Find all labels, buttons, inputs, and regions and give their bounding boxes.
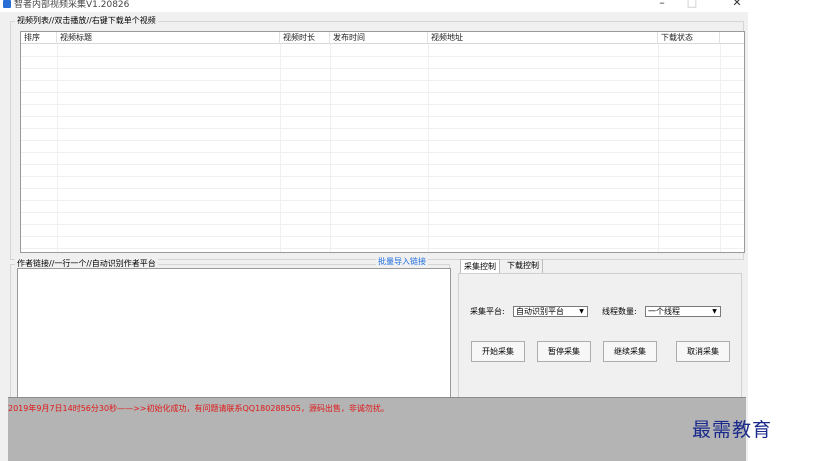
grid-line	[21, 152, 744, 153]
close-button[interactable]: ✕	[727, 0, 747, 9]
watermark-text: 最需教育	[692, 419, 773, 441]
threads-select[interactable]: 一个线程 ▼	[645, 306, 721, 317]
cancel-collect-button[interactable]: 取消采集	[676, 341, 730, 362]
title-bar: 智者内部视频采集V1.20826 – □ ✕	[0, 0, 813, 12]
window-body: 视频列表//双击播放//右键下载单个视频 排序 视频标题 视频时长 发布时间 视…	[0, 12, 748, 461]
column-header-publish-time[interactable]: 发布时间	[330, 32, 428, 44]
grid-line	[720, 44, 721, 252]
chevron-down-icon: ▼	[579, 308, 584, 315]
grid-line	[21, 68, 744, 69]
window-title: 智者内部视频采集V1.20826	[14, 0, 130, 10]
start-collect-button[interactable]: 开始采集	[471, 341, 525, 362]
column-header-title[interactable]: 视频标题	[57, 32, 280, 44]
grid-line	[330, 44, 331, 252]
grid-line	[21, 80, 744, 81]
grid-line	[428, 44, 429, 252]
collect-control-panel	[458, 273, 742, 401]
platform-select[interactable]: 自动识别平台 ▼	[513, 306, 588, 317]
grid-line	[21, 212, 744, 213]
video-table-header: 排序 视频标题 视频时长 发布时间 视频地址 下载状态	[21, 32, 744, 44]
pause-collect-button[interactable]: 暂停采集	[537, 341, 591, 362]
grid-line	[21, 236, 744, 237]
batch-import-link[interactable]: 批量导入链接	[376, 257, 428, 267]
threads-select-value: 一个线程	[648, 307, 680, 316]
tab-download-control[interactable]: 下载控制	[504, 259, 543, 273]
grid-line	[658, 44, 659, 252]
minimize-button[interactable]: –	[652, 0, 672, 9]
grid-line	[21, 248, 744, 249]
status-message: 2019年9月7日14时56分30秒——>>初始化成功，有问题请联系QQ1802…	[8, 404, 389, 413]
video-list-group-label: 视频列表//双击播放//右键下载单个视频	[15, 16, 158, 26]
grid-line	[21, 128, 744, 129]
platform-label: 采集平台:	[470, 307, 505, 316]
grid-line	[21, 104, 744, 105]
column-header-index[interactable]: 排序	[21, 32, 57, 44]
video-list-table[interactable]: 排序 视频标题 视频时长 发布时间 视频地址 下载状态	[20, 31, 745, 253]
maximize-button[interactable]: □	[682, 0, 702, 9]
threads-label: 线程数量:	[602, 307, 637, 316]
grid-line	[21, 140, 744, 141]
grid-line	[21, 56, 744, 57]
grid-line	[21, 164, 744, 165]
chevron-down-icon: ▼	[712, 308, 717, 315]
grid-line	[21, 176, 744, 177]
column-header-download-status[interactable]: 下载状态	[658, 32, 720, 44]
grid-line	[21, 188, 744, 189]
resume-collect-button[interactable]: 继续采集	[603, 341, 657, 362]
tab-collect-control[interactable]: 采集控制	[460, 259, 500, 274]
grid-line	[21, 116, 744, 117]
grid-line	[280, 44, 281, 252]
grid-line	[21, 224, 744, 225]
platform-select-value: 自动识别平台	[516, 307, 564, 316]
column-header-duration[interactable]: 视频时长	[280, 32, 330, 44]
grid-line	[57, 44, 58, 252]
author-links-textarea[interactable]	[17, 268, 451, 399]
app-icon	[3, 0, 11, 8]
column-header-video-url[interactable]: 视频地址	[428, 32, 658, 44]
grid-line	[21, 200, 744, 201]
grid-line	[21, 92, 744, 93]
video-table-body[interactable]	[21, 44, 744, 252]
